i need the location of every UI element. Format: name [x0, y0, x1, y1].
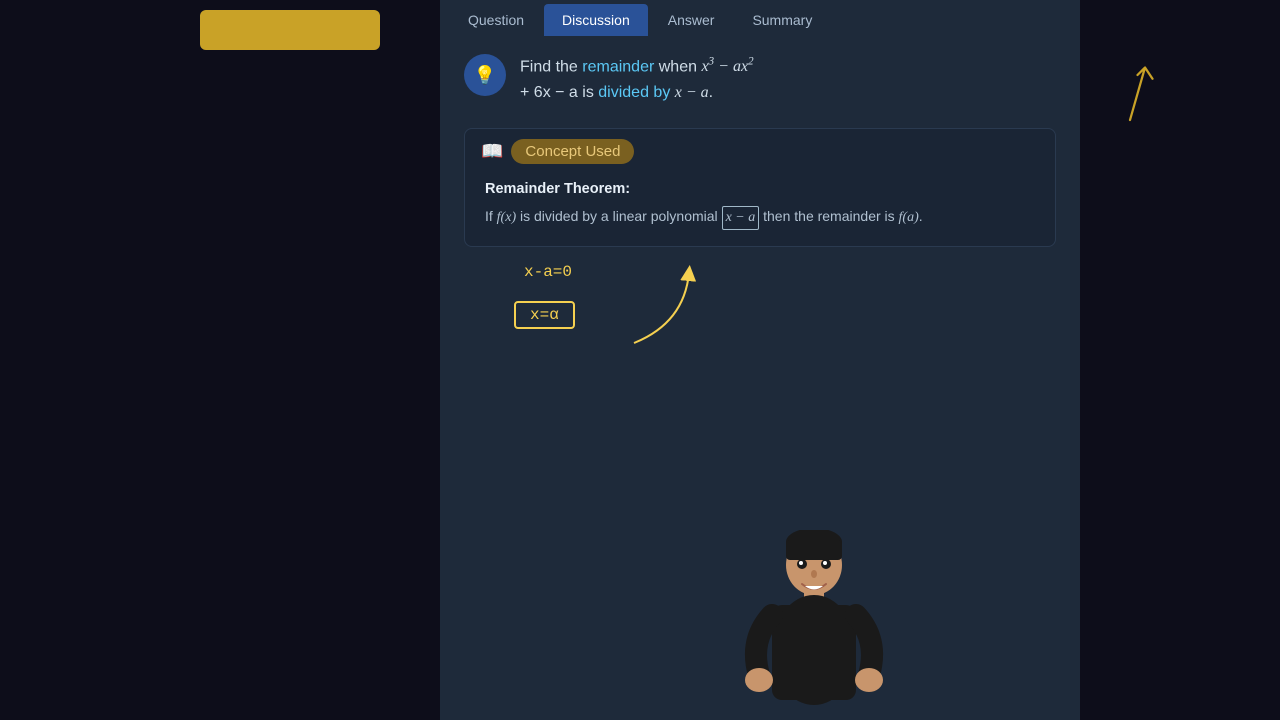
theorem-title: Remainder Theorem: — [485, 178, 1035, 201]
concept-body: Remainder Theorem: If f(x) is divided by… — [465, 174, 1055, 231]
concept-card: 📖 Concept Used Remainder Theorem: If f(x… — [464, 128, 1056, 248]
equation-part1: x3 − ax2 — [701, 58, 753, 75]
divided-by-highlight: divided by — [598, 84, 670, 101]
concept-label: Concept Used — [511, 139, 634, 164]
annotation-arrow — [624, 263, 704, 353]
left-panel — [0, 0, 440, 720]
fx-term: f(x) — [497, 210, 516, 225]
boxed-xa-term: x − a — [722, 206, 760, 230]
divisor-text: x − a — [675, 84, 709, 101]
book-icon: 📖 — [481, 141, 503, 162]
tab-summary[interactable]: Summary — [734, 4, 830, 36]
bulb-icon: 💡 — [474, 65, 496, 86]
question-icon: 💡 — [464, 54, 506, 96]
theorem-desc: If f(x) is divided by a linear polynomia… — [485, 205, 1035, 230]
annotation-line2: x=α — [514, 301, 575, 329]
tab-question[interactable]: Question — [450, 4, 542, 36]
annotation-line1: x-a=0 — [524, 263, 572, 281]
math-annotation: x-a=0 x=α — [504, 263, 704, 363]
content-area: 💡 Find the remainder when x3 − ax2 + 6x … — [440, 36, 1080, 720]
tab-discussion[interactable]: Discussion — [544, 4, 648, 36]
right-arrow-decoration — [1100, 50, 1160, 130]
main-content: Question Discussion Answer Summary 💡 Fin… — [440, 0, 1080, 720]
fa-term: f(a) — [899, 210, 919, 225]
tab-answer[interactable]: Answer — [650, 4, 733, 36]
right-panel — [1080, 0, 1280, 720]
question-text: Find the remainder when x3 − ax2 + 6x − … — [520, 54, 754, 106]
person-illustration — [744, 530, 884, 720]
tab-bar: Question Discussion Answer Summary — [440, 0, 1080, 36]
concept-header: 📖 Concept Used — [465, 129, 1055, 174]
question-row: 💡 Find the remainder when x3 − ax2 + 6x … — [464, 54, 1056, 106]
left-panel-card — [200, 10, 380, 50]
remainder-highlight: remainder — [582, 58, 654, 75]
person-area — [724, 520, 904, 720]
